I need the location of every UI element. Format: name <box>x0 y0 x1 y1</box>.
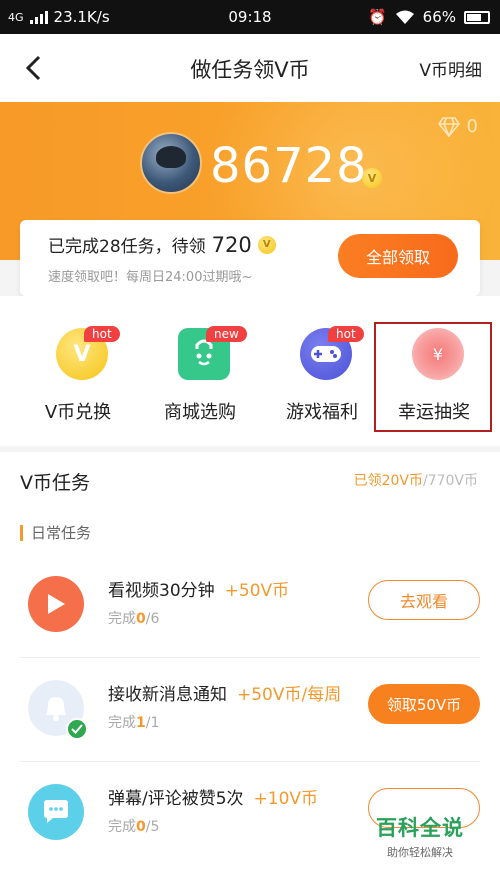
battery-icon <box>464 10 490 24</box>
hot-badge: hot <box>328 326 364 342</box>
expiry-hint: 速度领取吧！每周日24:00过期哦~ <box>48 270 253 285</box>
v-coin-icon: V <box>257 235 276 254</box>
battery-percent: 66% <box>422 8 456 26</box>
diamond-balance[interactable]: 0 <box>437 116 478 137</box>
wifi-icon <box>395 10 414 24</box>
watch-button[interactable]: 去观看 <box>368 580 480 620</box>
check-icon <box>66 718 88 740</box>
watermark: 百科全说 助你轻松解决 <box>376 812 464 860</box>
section-marker <box>20 524 23 541</box>
daily-tasks-text: 日常任务 <box>31 524 92 542</box>
claimed-coins: 已领20V币 <box>353 473 423 489</box>
task-progress: 完成1/1 <box>108 715 160 731</box>
quick-action-coin-exchange[interactable]: V hot V币兑换 <box>18 316 138 436</box>
quick-action-label: V币兑换 <box>44 402 112 423</box>
claim-reward-button[interactable]: 领取50V币 <box>368 684 480 724</box>
completed-tasks-text: 已完成28任务，待领 <box>48 237 206 257</box>
diamond-icon <box>437 116 460 137</box>
quick-action-game-benefits[interactable]: hot 游戏福利 <box>262 316 382 436</box>
play-icon <box>28 576 84 632</box>
highlight-box <box>374 322 492 432</box>
avatar[interactable] <box>140 132 202 194</box>
task-row: 接收新消息通知 +50V币/每周 完成1/1 领取50V币 <box>0 658 500 762</box>
daily-tasks-label: 日常任务 <box>20 522 91 543</box>
quick-action-label: 游戏福利 <box>286 402 358 423</box>
comment-icon <box>28 784 84 840</box>
hot-badge: hot <box>84 326 120 342</box>
diamond-count: 0 <box>466 116 478 137</box>
watermark-subtitle: 助你轻松解决 <box>387 846 453 859</box>
task-name: 看视频30分钟 <box>108 581 215 601</box>
section-title: V币任务 <box>20 472 90 494</box>
task-name: 弹幕/评论被赞5次 <box>108 789 244 809</box>
status-bar: 4G 23.1K/s 09:18 ⏰ 66% <box>0 0 500 34</box>
pending-amount: 720 <box>211 232 252 257</box>
new-badge: new <box>206 326 247 342</box>
task-progress: 完成0/6 <box>108 611 160 627</box>
quick-action-mall[interactable]: new 商城选购 <box>140 316 260 436</box>
watermark-title: 百科全说 <box>376 816 464 840</box>
task-name: 接收新消息通知 <box>108 685 227 705</box>
nav-bar: 做任务领V币 V币明细 <box>0 34 500 102</box>
coin-total: 86728 <box>210 138 368 194</box>
task-row: 看视频30分钟 +50V币 完成0/6 去观看 <box>0 554 500 658</box>
coin-details-link[interactable]: V币明细 <box>419 56 482 81</box>
v-coin-icon: V <box>362 168 382 188</box>
total-coins: /770V币 <box>422 473 478 489</box>
tasks-progress: 已领20V币/770V币 <box>354 470 478 490</box>
pending-rewards-card: 已完成28任务，待领 720 V 速度领取吧！每周日24:00过期哦~ 全部领取 <box>20 220 480 296</box>
quick-action-label: 商城选购 <box>164 402 236 423</box>
alarm-icon: ⏰ <box>367 8 387 26</box>
task-reward: +50V币/每周 <box>237 685 342 705</box>
claim-all-button[interactable]: 全部领取 <box>338 234 458 278</box>
task-progress: 完成0/5 <box>108 819 160 835</box>
task-reward: +50V币 <box>224 581 290 601</box>
task-reward: +10V币 <box>253 789 319 809</box>
